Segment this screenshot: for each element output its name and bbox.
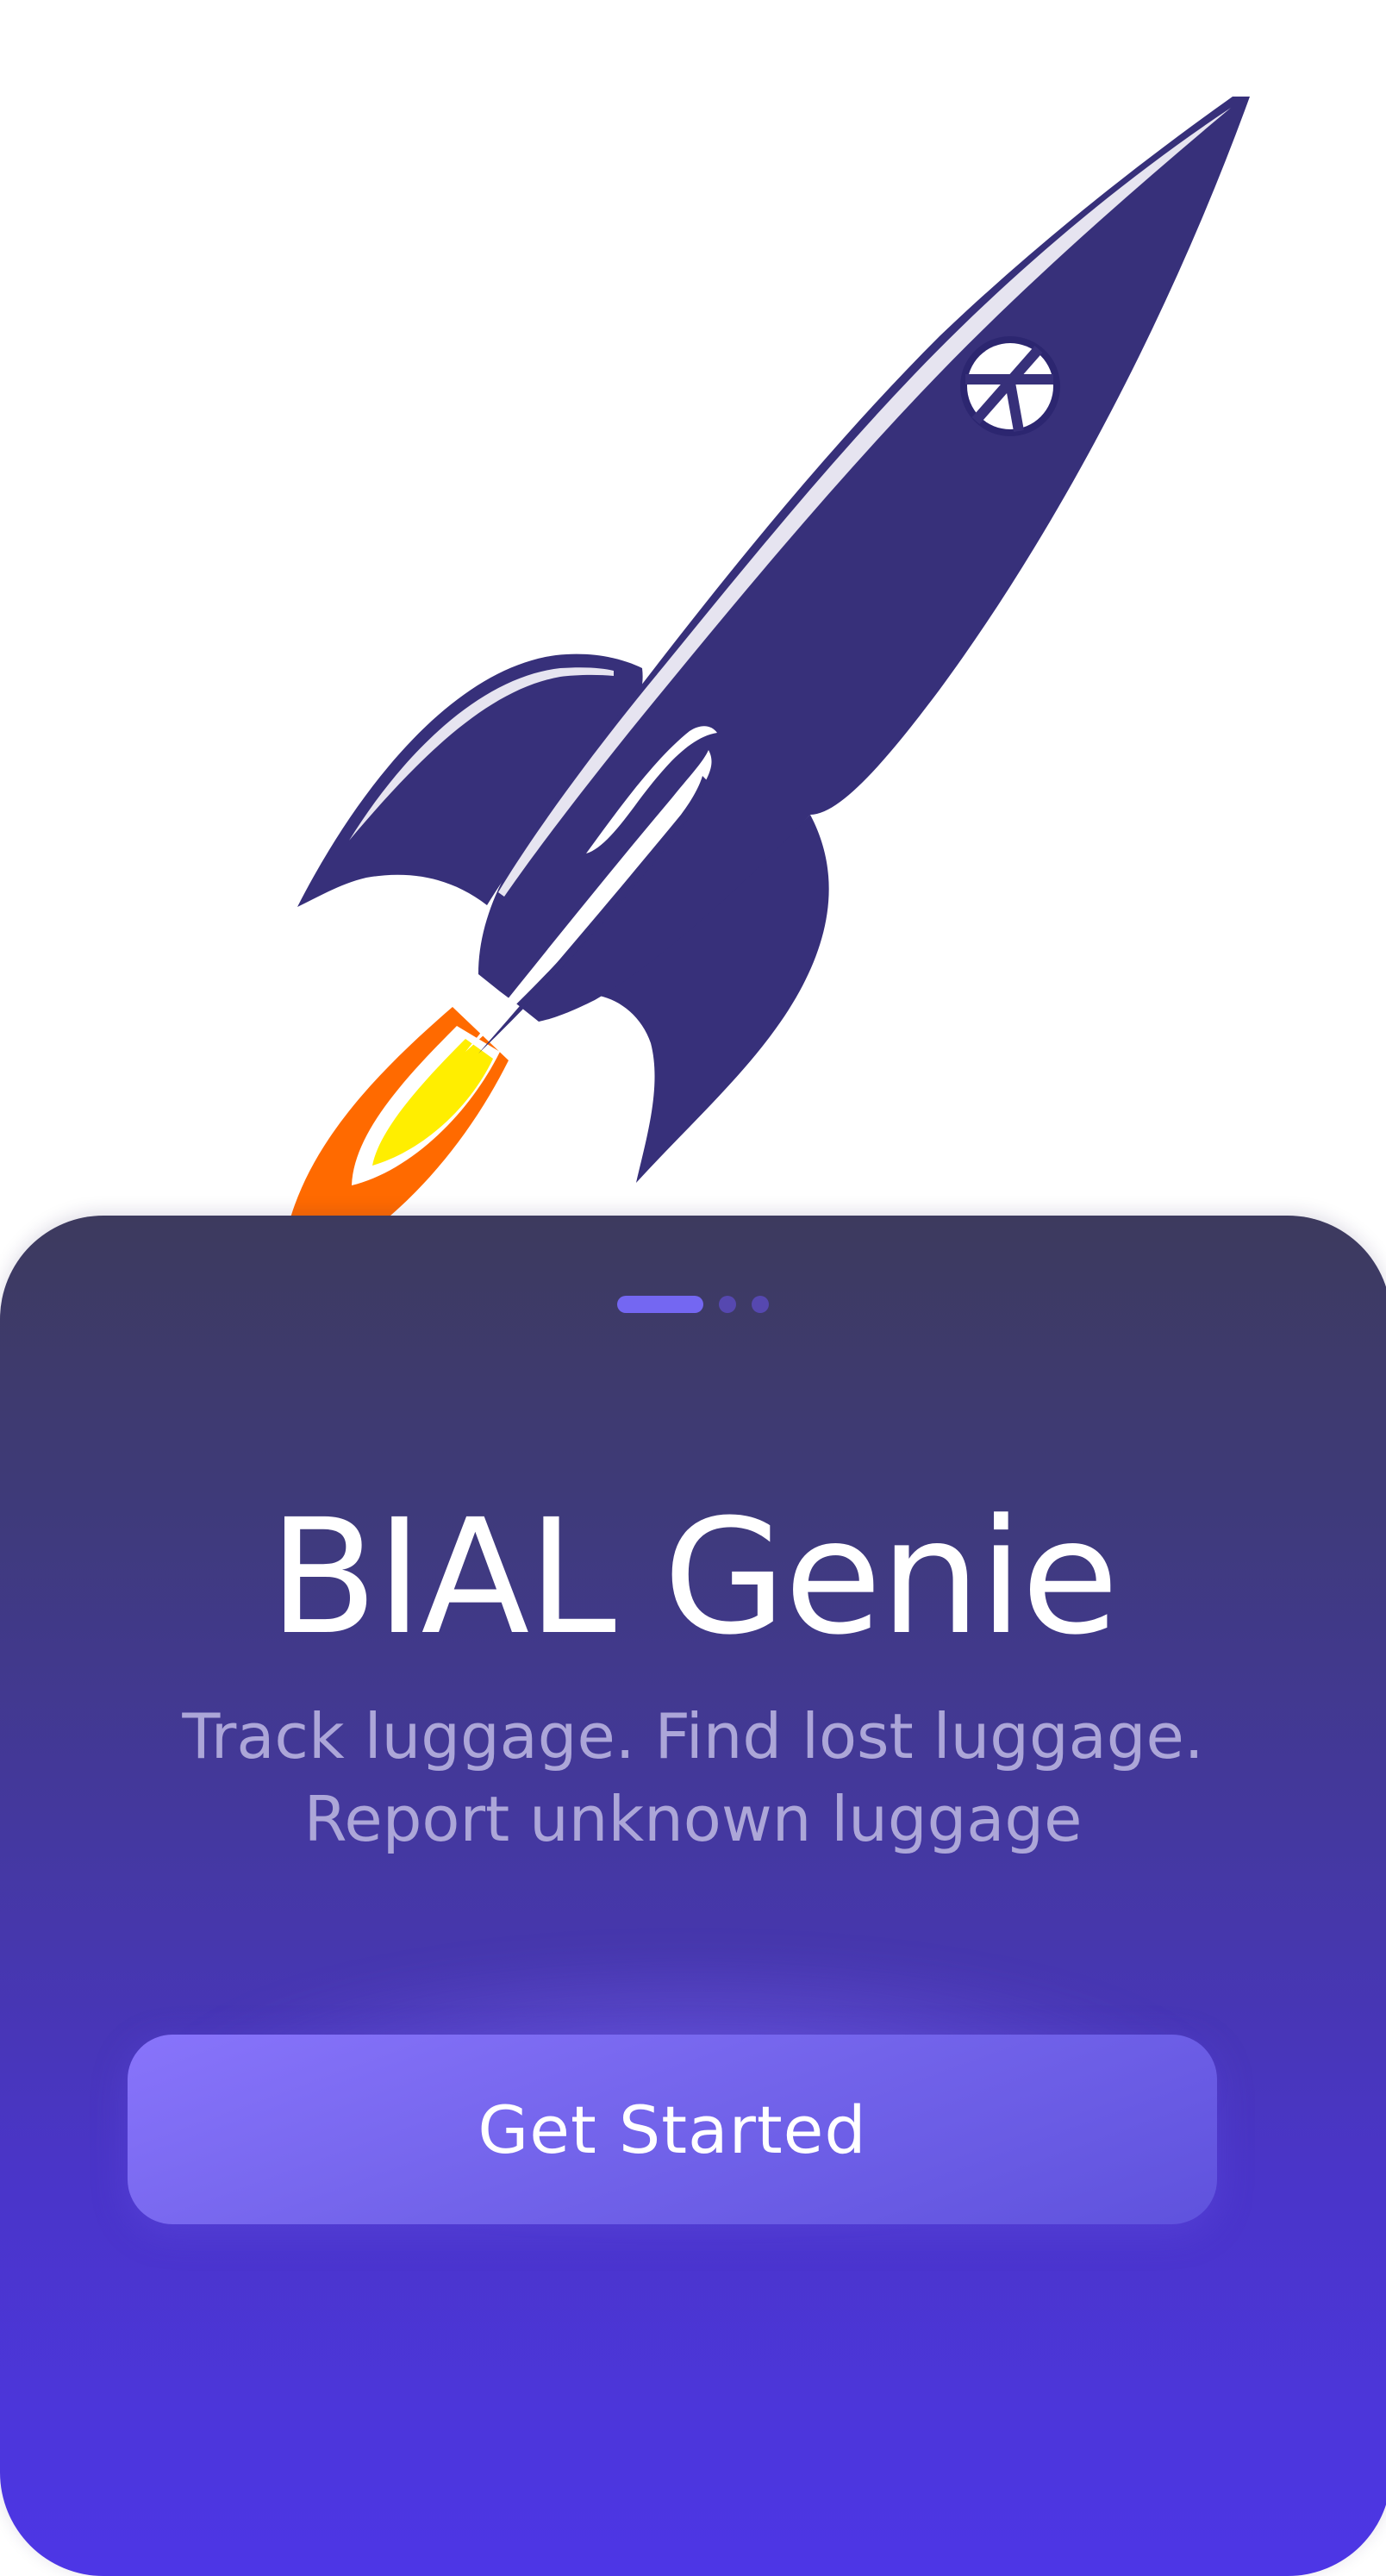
rocket-body — [478, 97, 1250, 1022]
peace-sign-icon — [960, 336, 1060, 436]
page-indicator — [0, 1296, 1386, 1313]
tagline-line-1: Track luggage. Find lost luggage. — [182, 1700, 1204, 1773]
rocket-illustration — [0, 0, 1386, 1259]
get-started-button[interactable]: Get Started — [128, 2035, 1217, 2224]
tagline-line-2: Report unknown luggage — [303, 1783, 1083, 1855]
onboarding-card: BIAL Genie Track luggage. Find lost lugg… — [0, 1216, 1386, 2576]
app-title: BIAL Genie — [268, 1485, 1119, 1670]
page-dot-1[interactable] — [617, 1296, 703, 1313]
rocket-icon — [283, 97, 1250, 1252]
app-tagline: Track luggage. Find lost luggage. Report… — [0, 1695, 1386, 1860]
page-dot-3[interactable] — [752, 1296, 769, 1313]
page-dot-2[interactable] — [719, 1296, 736, 1313]
